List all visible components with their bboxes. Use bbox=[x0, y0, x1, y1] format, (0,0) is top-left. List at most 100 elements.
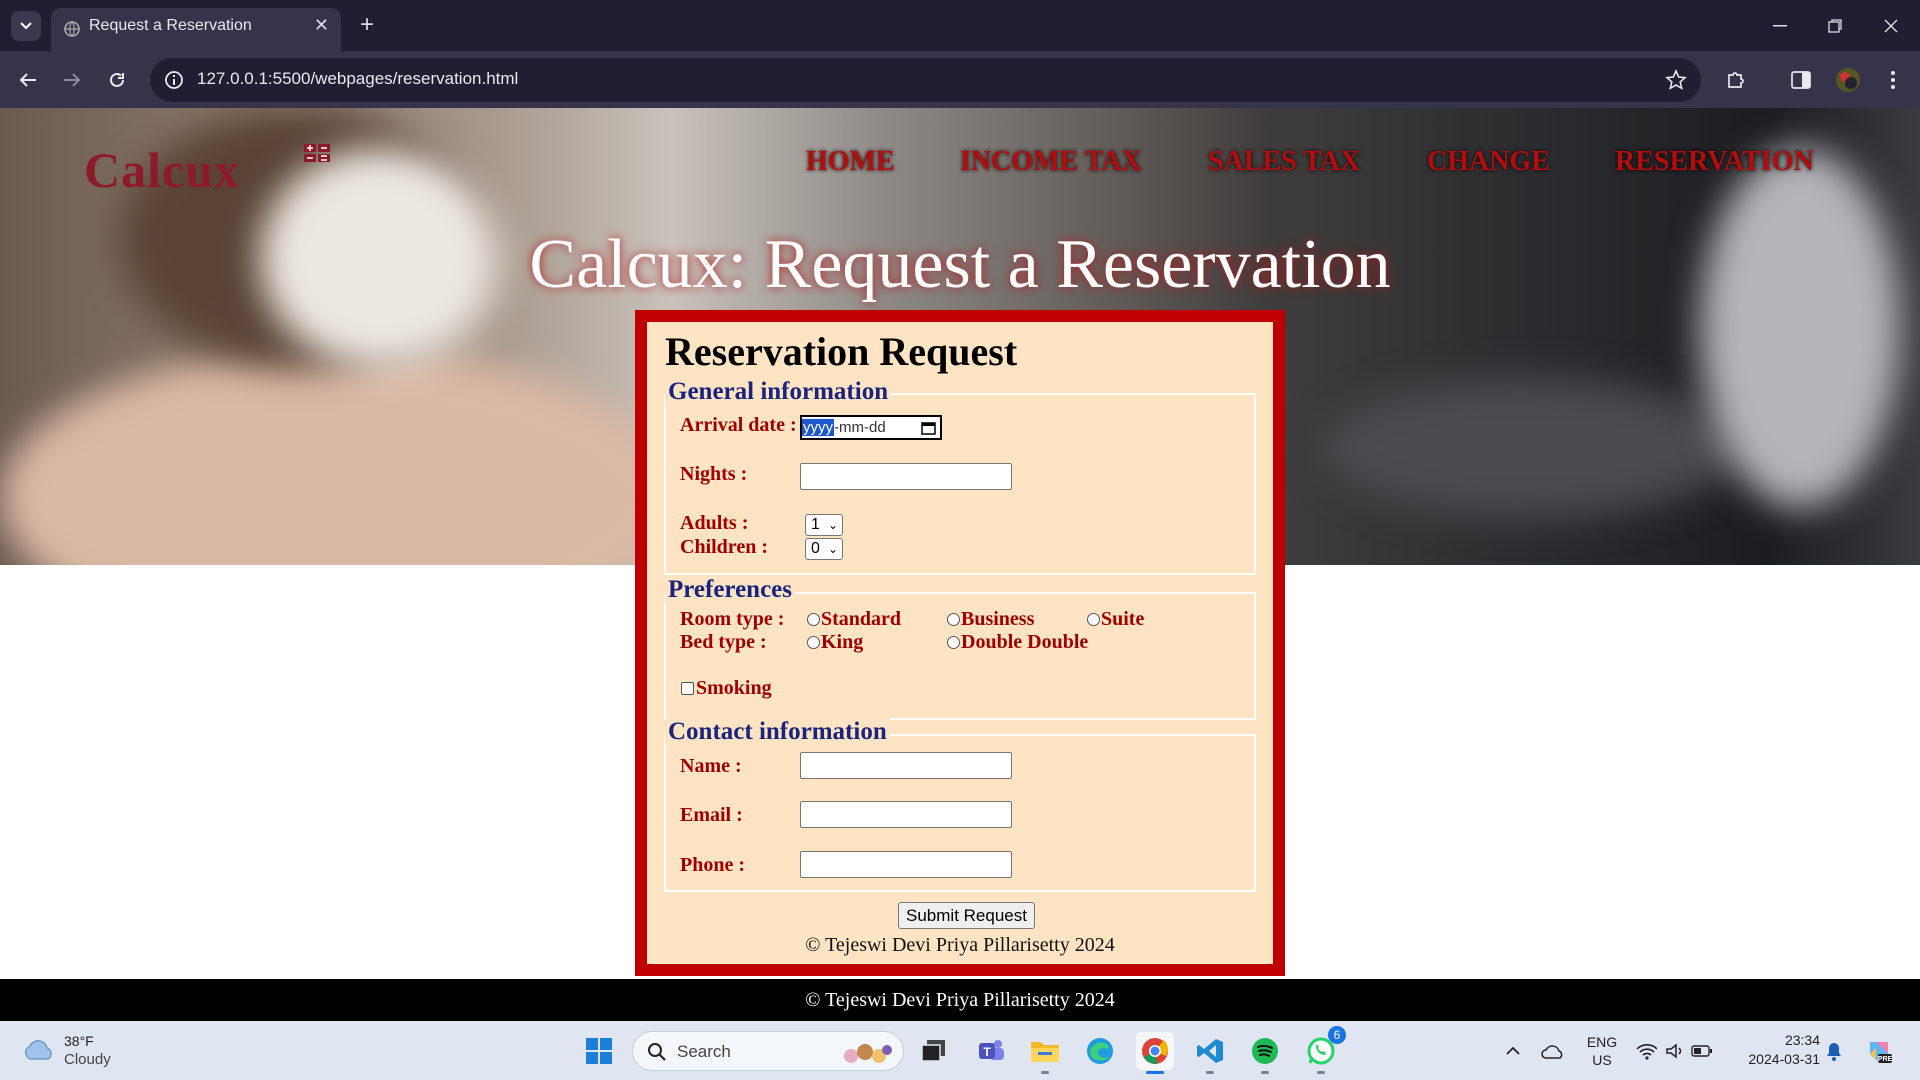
calculator-logo-icon bbox=[304, 144, 330, 162]
room-suite-radio[interactable] bbox=[1087, 613, 1100, 626]
taskbar-search[interactable]: Search bbox=[632, 1031, 904, 1071]
clock[interactable]: 23:34 2024-03-31 bbox=[1730, 1031, 1820, 1069]
bell-icon bbox=[1827, 1043, 1841, 1061]
smoking-label: Smoking bbox=[696, 677, 772, 699]
address-bar[interactable]: 127.0.0.1:5500/webpages/reservation.html bbox=[150, 58, 1701, 102]
submit-request-button[interactable]: Submit Request bbox=[898, 902, 1035, 929]
date-year-segment[interactable]: yyyy bbox=[802, 419, 834, 436]
calendar-icon[interactable] bbox=[921, 420, 936, 435]
new-tab-button[interactable]: + bbox=[352, 8, 382, 42]
adults-select[interactable]: 1 ⌄ bbox=[805, 514, 843, 536]
chrome-icon bbox=[1142, 1038, 1168, 1065]
task-view-button[interactable] bbox=[915, 1032, 953, 1070]
bed-king-radio[interactable] bbox=[807, 636, 820, 649]
nav-home[interactable]: HOME bbox=[806, 146, 895, 178]
bed-double-double-label: Double Double bbox=[961, 631, 1089, 653]
search-placeholder: Search bbox=[677, 1042, 731, 1061]
bookmark-star-icon[interactable] bbox=[1665, 69, 1687, 91]
windows-taskbar: 38°F Cloudy Search T 6 ENG US 23:34 2024… bbox=[0, 1021, 1920, 1080]
folder-icon bbox=[1031, 1042, 1059, 1062]
preferences-legend: Preferences bbox=[665, 576, 795, 604]
weather-desc: Cloudy bbox=[64, 1051, 111, 1068]
forward-button[interactable] bbox=[56, 64, 88, 96]
children-select[interactable]: 0 ⌄ bbox=[805, 538, 843, 560]
system-tray-status[interactable] bbox=[1636, 1037, 1712, 1065]
name-input[interactable] bbox=[800, 752, 1012, 779]
minimize-button[interactable] bbox=[1752, 0, 1808, 51]
edge-button[interactable] bbox=[1081, 1032, 1119, 1070]
chrome-button[interactable] bbox=[1136, 1032, 1174, 1074]
profile-button[interactable] bbox=[1832, 64, 1864, 96]
minimize-icon bbox=[1773, 24, 1787, 26]
battery-icon bbox=[1691, 1045, 1712, 1057]
smoking-checkbox[interactable] bbox=[681, 682, 694, 695]
date-month-day-segment[interactable]: -mm-dd bbox=[834, 419, 886, 436]
clock-time: 23:34 bbox=[1784, 1032, 1820, 1048]
close-window-button[interactable] bbox=[1863, 0, 1919, 51]
nights-input[interactable] bbox=[800, 463, 1012, 490]
active-tab[interactable]: Request a Reservation ✕ bbox=[51, 8, 341, 51]
general-info-legend: General information bbox=[665, 378, 892, 406]
web-page: Calcux HOME INCOME TAX SALES TAX CHANGE … bbox=[0, 108, 1920, 1021]
laptop-edge-shape bbox=[1700, 148, 1900, 508]
reload-button[interactable] bbox=[101, 64, 133, 96]
teams-button[interactable]: T bbox=[972, 1032, 1010, 1070]
email-label: Email : bbox=[680, 804, 743, 826]
site-info-icon[interactable] bbox=[164, 70, 184, 90]
arrival-date-input[interactable]: yyyy-mm-dd bbox=[800, 415, 942, 440]
tab-search-button[interactable] bbox=[11, 11, 41, 41]
room-standard-radio[interactable] bbox=[807, 613, 820, 626]
vscode-icon bbox=[1197, 1039, 1223, 1063]
room-suite-label: Suite bbox=[1101, 608, 1145, 630]
weather-widget[interactable]: 38°F Cloudy bbox=[18, 1031, 138, 1071]
adults-select-value: 1 bbox=[811, 516, 820, 533]
back-button[interactable] bbox=[12, 64, 44, 96]
nav-income-tax[interactable]: INCOME TAX bbox=[960, 146, 1142, 178]
file-explorer-button[interactable] bbox=[1026, 1032, 1064, 1074]
puzzle-icon bbox=[1728, 72, 1744, 88]
volume-icon bbox=[1665, 1043, 1681, 1059]
hand-shape bbox=[0, 348, 680, 565]
notification-badge: 6 bbox=[1328, 1026, 1346, 1044]
arrival-date-label: Arrival date : bbox=[680, 414, 797, 436]
notifications-button[interactable] bbox=[1815, 1032, 1853, 1070]
phone-label: Phone : bbox=[680, 854, 745, 876]
phone-input[interactable] bbox=[800, 851, 1012, 878]
start-button[interactable] bbox=[580, 1032, 618, 1070]
search-highlight-icon bbox=[844, 1044, 892, 1063]
language-indicator[interactable]: ENG US bbox=[1584, 1033, 1620, 1071]
nav-change[interactable]: CHANGE bbox=[1427, 146, 1550, 178]
adults-label: Adults : bbox=[680, 512, 749, 534]
svg-text:PRE: PRE bbox=[1878, 1056, 1893, 1063]
tab-close-icon[interactable]: ✕ bbox=[314, 15, 329, 36]
close-icon bbox=[1884, 19, 1898, 32]
children-label: Children : bbox=[680, 536, 768, 558]
globe-icon bbox=[64, 21, 80, 37]
spotify-button[interactable] bbox=[1246, 1032, 1284, 1074]
bed-double-double-radio[interactable] bbox=[947, 636, 960, 649]
cloud-icon bbox=[25, 1040, 52, 1060]
whatsapp-button[interactable]: 6 bbox=[1302, 1026, 1346, 1074]
menu-button[interactable] bbox=[1877, 64, 1909, 96]
onedrive-cloud-icon bbox=[1541, 1045, 1563, 1059]
room-business-radio[interactable] bbox=[947, 613, 960, 626]
site-logo[interactable]: Calcux bbox=[84, 141, 240, 199]
vscode-button[interactable] bbox=[1191, 1032, 1229, 1074]
side-panel-button[interactable] bbox=[1785, 64, 1817, 96]
onedrive-button[interactable] bbox=[1534, 1032, 1572, 1070]
reservation-form: Reservation Request General information … bbox=[635, 310, 1285, 976]
url-text[interactable]: 127.0.0.1:5500/webpages/reservation.html bbox=[197, 69, 518, 89]
copilot-button[interactable]: PRE bbox=[1860, 1032, 1898, 1070]
extensions-button[interactable] bbox=[1720, 64, 1752, 96]
nav-sales-tax[interactable]: SALES TAX bbox=[1208, 146, 1360, 178]
chevron-down-icon: ⌄ bbox=[827, 542, 838, 556]
restore-button[interactable] bbox=[1807, 0, 1863, 51]
form-copyright: © Tejeswi Devi Priya Pillarisetty 2024 bbox=[805, 934, 1115, 956]
svg-text:T: T bbox=[983, 1045, 991, 1059]
nav-reservation[interactable]: RESERVATION bbox=[1615, 146, 1814, 178]
clock-date: 2024-03-31 bbox=[1748, 1051, 1820, 1067]
show-hidden-icons-button[interactable] bbox=[1494, 1032, 1532, 1070]
email-input[interactable] bbox=[800, 801, 1012, 828]
side-panel-icon bbox=[1791, 71, 1811, 89]
page-title: Calcux: Request a Reservation bbox=[529, 226, 1391, 303]
